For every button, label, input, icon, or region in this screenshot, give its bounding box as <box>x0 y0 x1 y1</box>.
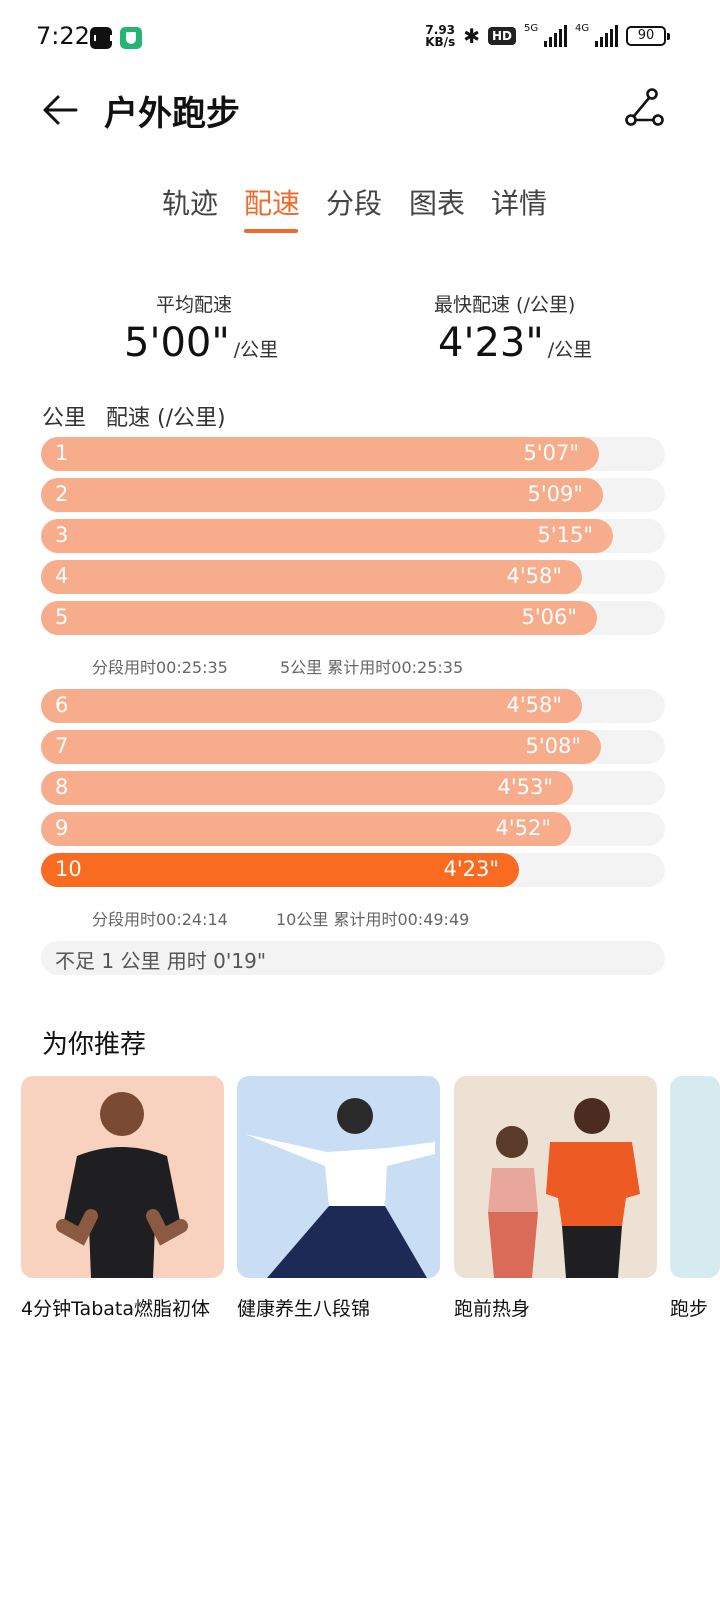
split-bar <box>41 771 573 805</box>
battery-icon: 90 <box>626 26 670 46</box>
split-km: 6 <box>55 693 69 717</box>
split-km: 7 <box>55 734 69 758</box>
tab-bar: 轨迹 配速 分段 图表 详情 <box>0 182 720 238</box>
tab-segments[interactable]: 分段 <box>326 182 382 222</box>
split-km: 4 <box>55 564 69 588</box>
recommend-label[interactable]: 健康养生八段锦 <box>237 1294 370 1321</box>
split-row: 1 5'07" <box>41 437 665 471</box>
tab-track[interactable]: 轨迹 <box>162 182 218 222</box>
recommend-card[interactable] <box>21 1076 224 1278</box>
status-bar: 7:22 7.93 KB/s ✱ HD 5G 4G 90 <box>0 0 720 76</box>
recommend-title: 为你推荐 <box>42 1030 147 1060</box>
split-bar <box>41 560 582 594</box>
split-row: 10 4'23" <box>41 853 665 887</box>
recommend-label[interactable]: 跑前热身 <box>454 1294 530 1321</box>
workout-thumbnail-image <box>237 1076 440 1278</box>
split-pace: 4'52" <box>495 816 551 840</box>
bluetooth-icon: ✱ <box>463 24 480 48</box>
signal-5g-icon: 5G <box>524 23 567 47</box>
split-pace: 4'58" <box>506 693 562 717</box>
tab-charts[interactable]: 图表 <box>409 182 465 222</box>
split-km: 3 <box>55 523 69 547</box>
split-pace: 4'53" <box>497 775 553 799</box>
split-bar <box>41 601 597 635</box>
split-km: 1 <box>55 441 69 465</box>
split-row: 6 4'58" <box>41 689 665 723</box>
column-pace: 配速 (/公里) <box>106 406 226 431</box>
arrow-left-icon <box>43 95 78 125</box>
fastest-pace-value: 4'23" /公里 <box>438 320 593 366</box>
recommend-card[interactable] <box>454 1076 657 1278</box>
workout-thumbnail-image <box>21 1076 224 1278</box>
network-speed: 7.93 KB/s <box>425 23 456 49</box>
route-share-button[interactable] <box>622 88 666 132</box>
split-bar <box>41 689 582 723</box>
recommend-label[interactable]: 4分钟Tabata燃脂初体 <box>21 1294 210 1321</box>
split-km: 2 <box>55 482 69 506</box>
split-row: 3 5'15" <box>41 519 665 553</box>
status-indicators: 7.93 KB/s ✱ HD 5G 4G 90 <box>425 23 670 49</box>
split-bar <box>41 730 601 764</box>
split-km: 5 <box>55 605 69 629</box>
tab-pace[interactable]: 配速 <box>244 182 300 222</box>
split-pace: 5'09" <box>527 482 583 506</box>
split-pace: 5'15" <box>537 523 593 547</box>
back-button[interactable] <box>40 88 84 132</box>
split-km: 10 <box>55 857 82 881</box>
split-pace: 4'58" <box>506 564 562 588</box>
column-km: 公里 <box>42 406 87 431</box>
split-row: 4 4'58" <box>41 560 665 594</box>
segment-time-note: 分段用时00:24:14 <box>92 910 228 929</box>
split-pace: 5'06" <box>521 605 577 629</box>
split-bar <box>41 478 603 512</box>
split-bar <box>41 437 599 471</box>
cumulative-time-note: 10公里 累计用时00:49:49 <box>276 910 470 929</box>
tab-details[interactable]: 详情 <box>491 182 547 222</box>
segment-time-note: 分段用时00:25:35 <box>92 658 228 677</box>
split-pace: 5'07" <box>523 441 579 465</box>
hd-voice-badge: HD <box>487 27 516 45</box>
signal-4g-icon: 4G <box>575 23 618 47</box>
active-tab-indicator <box>244 229 298 233</box>
avg-pace-value: 5'00" /公里 <box>124 320 279 366</box>
split-bar <box>41 812 571 846</box>
split-km: 9 <box>55 816 69 840</box>
split-row: 2 5'09" <box>41 478 665 512</box>
workout-thumbnail-image <box>454 1076 657 1278</box>
split-row: 9 4'52" <box>41 812 665 846</box>
recommend-card[interactable] <box>237 1076 440 1278</box>
route-icon <box>625 88 664 126</box>
recommend-card[interactable] <box>670 1076 720 1278</box>
remainder-row: 不足 1 公里 用时 0'19" <box>41 941 665 975</box>
cumulative-time-note: 5公里 累计用时00:25:35 <box>280 658 464 677</box>
split-row: 8 4'53" <box>41 771 665 805</box>
music-app-icon <box>90 27 112 49</box>
split-row: 7 5'08" <box>41 730 665 764</box>
split-row: 5 5'06" <box>41 601 665 635</box>
security-app-icon <box>120 27 142 49</box>
recommend-label[interactable]: 跑步 <box>670 1294 720 1321</box>
remainder-text: 不足 1 公里 用时 0'19" <box>55 949 267 973</box>
split-bar <box>41 519 613 553</box>
status-time: 7:22 <box>36 22 90 50</box>
fastest-pace-label: 最快配速 (/公里) <box>434 294 576 316</box>
split-pace: 5'08" <box>525 734 581 758</box>
workout-thumbnail-image <box>670 1076 720 1278</box>
split-km: 8 <box>55 775 69 799</box>
splits-table-header: 公里 配速 (/公里) <box>42 400 226 432</box>
page-title: 户外跑步 <box>104 94 240 134</box>
avg-pace-label: 平均配速 <box>156 294 233 316</box>
split-pace: 4'23" <box>443 857 499 881</box>
